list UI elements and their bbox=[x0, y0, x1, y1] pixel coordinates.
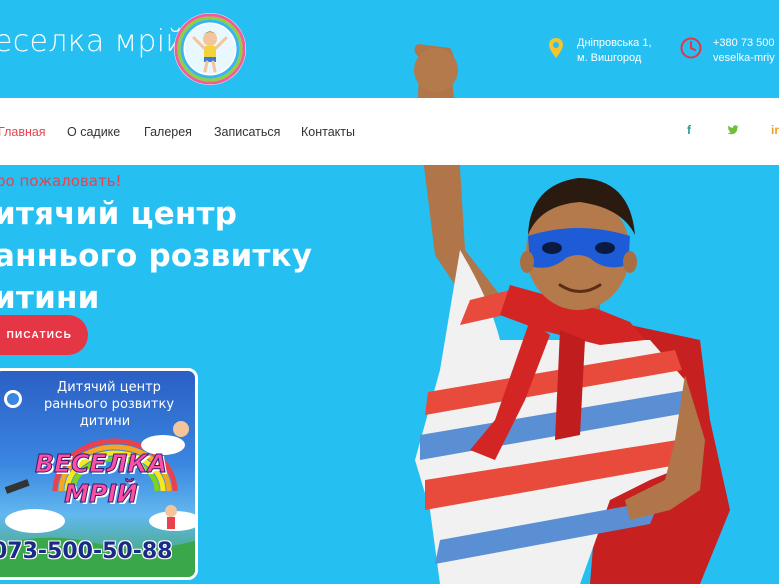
main-navigation: Главная О садике Галерея Записаться Конт… bbox=[0, 98, 779, 165]
twitter-icon[interactable] bbox=[727, 125, 739, 135]
nav-item-signup[interactable]: Записаться bbox=[214, 125, 280, 139]
nav-item-gallery[interactable]: Галерея bbox=[144, 125, 192, 139]
banner-name-line-1: ВЕСЕЛКА bbox=[34, 449, 168, 479]
logo-icon[interactable] bbox=[172, 11, 248, 87]
linkedin-icon[interactable]: in bbox=[771, 123, 779, 137]
banner-line-3: дитини bbox=[79, 414, 131, 429]
facebook-icon[interactable]: f bbox=[687, 123, 691, 137]
hero-title-line-1: итячий центр bbox=[0, 196, 238, 232]
hero-title: итячий центр аннього розвитку итини bbox=[0, 193, 312, 319]
hero-title-line-3: итини bbox=[0, 280, 100, 316]
banner-name-line-2: МРІЙ bbox=[64, 479, 138, 509]
banner-line-1: Дитячий центр bbox=[57, 380, 161, 395]
welcome-text: ро пожаловать! bbox=[0, 172, 122, 190]
banner-line-2: раннього розвитку bbox=[43, 397, 175, 412]
signup-button[interactable]: ПИСАТИСЬ bbox=[0, 315, 88, 355]
promo-banner[interactable]: Дитячий центр раннього розвитку дитини В… bbox=[0, 368, 198, 580]
hero-title-line-2: аннього розвитку bbox=[0, 238, 313, 274]
site-brand-name[interactable]: еселка мрій bbox=[0, 24, 185, 59]
banner-phone: 073-500-50-88 bbox=[0, 539, 173, 564]
nav-item-contacts[interactable]: Контакты bbox=[301, 125, 355, 139]
nav-item-about[interactable]: О садике bbox=[67, 125, 120, 139]
nav-item-home[interactable]: Главная bbox=[0, 125, 46, 139]
